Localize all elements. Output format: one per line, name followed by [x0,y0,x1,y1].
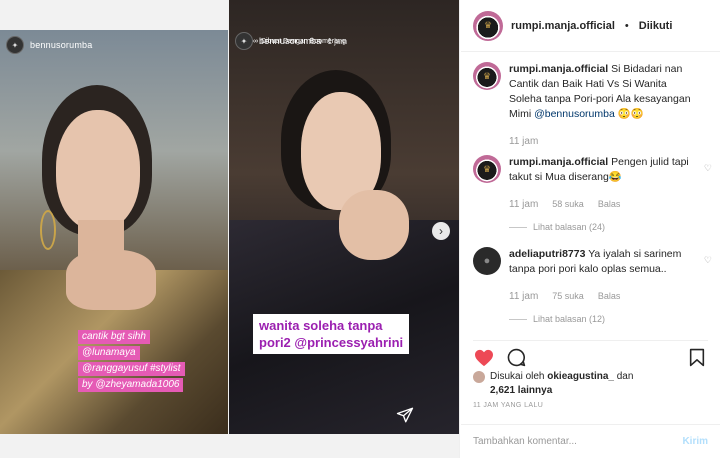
comment-like-heart-icon[interactable]: ♡ [704,255,712,266]
story-caption: wanita soleha tanpa pori2 @princessyahri… [253,314,410,354]
comment-time[interactable]: 11 jam [509,289,538,304]
post-author-username[interactable]: rumpi.manja.official [511,20,615,32]
story-username: bennusorumba [30,40,93,50]
avatar[interactable]: ● [473,247,501,275]
crown-icon: ♛ [482,70,492,81]
list-item: ♛ rumpi.manja.official Pengen julid tapi… [473,155,712,239]
story-sticker: @ranggayusuf #stylist [78,362,185,376]
post-sidebar: ♛ rumpi.manja.official • Diikuti ♛ rumpi… [461,0,720,458]
post-header: ♛ rumpi.manja.official • Diikuti [461,0,720,52]
story-sticker-group: cantik bgt sihh @lunamaya @ranggayusuf #… [78,330,185,392]
comment-meta: 11 jam 58 suka Balas [509,197,698,212]
comment-likes[interactable]: 58 suka [552,197,584,212]
avatar[interactable]: ♛ [473,155,501,183]
add-comment-bar: Kirim [461,424,720,458]
story-boomerang-label: ∞ Dibuat Dengan Boomerang [253,38,346,45]
likes-connector: dan [616,371,634,382]
portrait-hand [339,190,409,260]
comment-mention-link[interactable]: @bennusorumba [534,108,615,120]
view-replies-button[interactable]: Lihat balasan (24) [509,220,698,235]
post-media[interactable]: ✦ bennusorumba cantik bgt sihh @lunamaya… [0,0,460,458]
save-button[interactable] [686,347,708,369]
comment-username[interactable]: rumpi.manja.official [509,156,608,168]
list-item: ● adeliaputri8773 Ya iyalah si sarinem t… [473,247,712,331]
comment-username[interactable]: rumpi.manja.official [509,63,608,75]
earring-icon [40,210,56,250]
caption-comment: ♛ rumpi.manja.official Si Bidadari nan C… [473,62,712,149]
comment-time[interactable]: 11 jam [509,134,538,149]
comment-emoji: 😳😳 [617,108,644,120]
comment-like-heart-icon[interactable]: ♡ [704,163,712,174]
likes-count-link[interactable]: 2,621 lainnya [490,385,552,396]
crown-icon: ♛ [483,20,493,30]
reply-button[interactable]: Balas [598,197,621,212]
comment-body: rumpi.manja.official Si Bidadari nan Can… [509,62,712,149]
portrait-hand [66,250,156,310]
reply-button[interactable]: Balas [598,289,621,304]
avatar[interactable]: ♛ [473,10,503,41]
comment-meta: 11 jam [509,134,698,149]
comments-list: ♛ rumpi.manja.official Si Bidadari nan C… [473,62,712,332]
comment-body: adeliaputri8773 Ya iyalah si sarinem tan… [509,247,712,331]
story-sticker: by @zheyamada1006 [78,378,184,392]
post-comment-button[interactable]: Kirim [682,436,708,447]
crown-icon: ♛ [482,163,492,174]
story-boomerang-text: Dibuat Dengan Boomerang [261,38,346,45]
likes-prefix: Disukai oleh [490,371,545,382]
bookmark-icon [689,348,705,367]
heart-filled-icon [475,349,493,366]
boomerang-icon: ∞ [253,38,258,45]
story-sticker: @lunamaya [78,346,140,360]
view-replies-label: Lihat balasan (24) [533,222,606,232]
replies-divider [509,319,527,320]
avatar[interactable]: ♛ [473,62,501,90]
comment-input[interactable] [473,436,683,447]
chevron-right-icon: › [439,224,443,238]
story-screenshot-left: ✦ bennusorumba cantik bgt sihh @lunamaya… [0,30,228,434]
comment-meta: 11 jam 75 suka Balas [509,289,698,304]
portrait-face [56,110,140,230]
story-sticker: cantik bgt sihh [78,330,150,344]
view-replies-button[interactable]: Lihat balasan (12) [509,312,698,327]
comment-time[interactable]: 11 jam [509,197,538,212]
replies-divider [509,227,527,228]
view-replies-label: Lihat balasan (12) [533,314,606,324]
post-actions [473,340,708,369]
post-timestamp[interactable]: 11 JAM YANG LALU [473,402,543,409]
story-caption-line: wanita soleha tanpa [259,318,383,333]
comment-button[interactable] [505,347,527,369]
header-separator: • [624,19,629,32]
likes-user-link[interactable]: okieagustina_ [547,371,614,382]
next-slide-button[interactable]: › [432,222,450,240]
story-screenshot-right: ✦ bennusorumba 1 jam ∞ Dibuat Dengan Boo… [229,0,459,434]
user-silhouette-icon: ● [483,255,491,267]
likes-summary: Disukai oleh okieagustina_ dan 2,621 lai… [473,370,633,398]
send-icon [396,407,414,423]
story-avatar: ✦ [235,32,253,50]
following-button[interactable]: Diikuti [639,20,673,32]
comment-username[interactable]: adeliaputri8773 [509,248,585,260]
comment-bubble-icon [507,348,525,367]
story-avatar: ✦ [6,36,24,54]
story-caption-line: pori2 @princessyahrini [259,335,404,350]
like-button[interactable] [473,347,495,369]
comment-likes[interactable]: 75 suka [552,289,584,304]
comment-body: rumpi.manja.official Pengen julid tapi t… [509,155,712,239]
avatar[interactable] [473,371,485,383]
story-header: ✦ bennusorumba [6,36,92,54]
likes-text: Disukai oleh okieagustina_ dan 2,621 lai… [490,370,633,398]
